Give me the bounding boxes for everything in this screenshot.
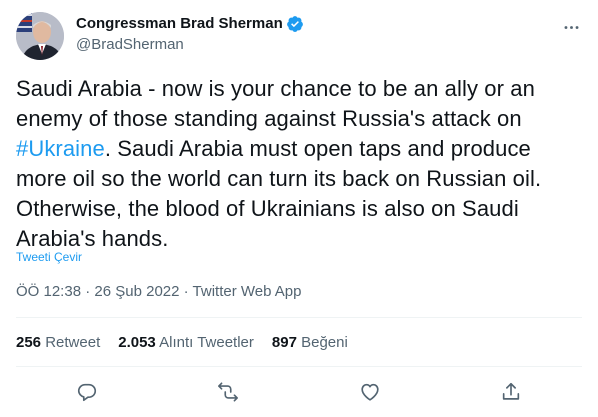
like-button[interactable] bbox=[353, 375, 387, 409]
tweet-text-part1: Saudi Arabia - now is your chance to be … bbox=[16, 76, 535, 131]
author-handle[interactable]: @BradSherman bbox=[76, 35, 304, 55]
translate-tweet-link[interactable]: Tweeti Çevir bbox=[16, 250, 82, 264]
retweets-count: 256 bbox=[16, 334, 42, 351]
share-button[interactable] bbox=[494, 375, 528, 409]
share-icon bbox=[503, 382, 520, 400]
tweet-meta: ÖÖ 12:38 · 26 Şub 2022 · Twitter Web App bbox=[16, 283, 302, 300]
retweet-icon bbox=[218, 382, 239, 402]
tweet-stats: 256 Retweet 2.053 Alıntı Tweetler 897 Be… bbox=[16, 334, 348, 351]
divider bbox=[16, 366, 582, 367]
tweet-date[interactable]: 26 Şub 2022 bbox=[94, 283, 179, 300]
tweet-actions bbox=[16, 380, 582, 404]
more-options-button[interactable] bbox=[560, 16, 582, 38]
hashtag-link[interactable]: #Ukraine bbox=[16, 136, 105, 161]
avatar-image bbox=[16, 12, 64, 60]
retweets-stat[interactable]: 256 Retweet bbox=[16, 334, 100, 351]
likes-stat[interactable]: 897 Beğeni bbox=[272, 334, 348, 351]
tweet-time[interactable]: ÖÖ 12:38 bbox=[16, 283, 81, 300]
tweet-header: Congressman Brad Sherman @BradSherman bbox=[16, 12, 582, 60]
meta-separator: · bbox=[85, 283, 91, 300]
meta-separator: · bbox=[183, 283, 189, 300]
more-options-icon bbox=[564, 25, 578, 29]
quotes-stat[interactable]: 2.053 Alıntı Tweetler bbox=[118, 334, 254, 351]
reply-icon bbox=[77, 383, 96, 402]
likes-count: 897 bbox=[271, 334, 297, 351]
tweet-text: Saudi Arabia - now is your chance to be … bbox=[16, 74, 576, 254]
author-name[interactable]: Congressman Brad Sherman bbox=[76, 14, 283, 34]
like-icon bbox=[361, 383, 379, 401]
reply-button[interactable] bbox=[70, 375, 104, 409]
retweet-button[interactable] bbox=[211, 375, 245, 409]
tweet-source: Twitter Web App bbox=[192, 283, 302, 300]
author-names: Congressman Brad Sherman @BradSherman bbox=[76, 14, 304, 55]
avatar[interactable] bbox=[16, 12, 64, 60]
retweets-label: Retweet bbox=[45, 334, 101, 351]
quotes-label: Alıntı Tweetler bbox=[159, 334, 254, 351]
divider bbox=[16, 317, 582, 318]
verified-badge-icon bbox=[286, 16, 303, 32]
likes-label: Beğeni bbox=[301, 334, 348, 351]
quotes-count: 2.053 bbox=[118, 334, 156, 351]
